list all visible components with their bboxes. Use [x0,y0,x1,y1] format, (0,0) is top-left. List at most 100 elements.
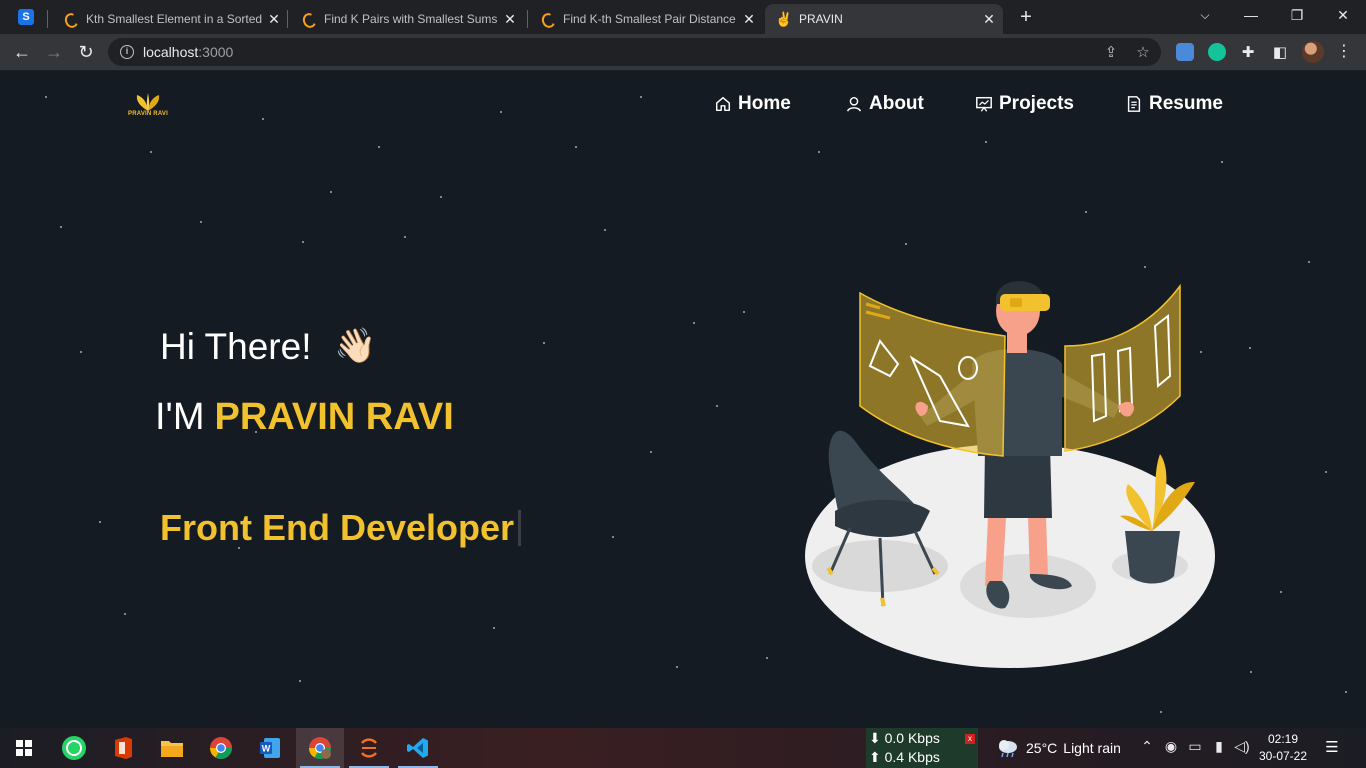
taskbar-office[interactable] [99,728,147,768]
star [150,151,152,153]
star [124,613,126,615]
taskbar-chrome[interactable] [197,728,245,768]
nav-resume[interactable]: Resume [1125,91,1223,117]
tab-pravin[interactable]: ✌️ PRAVIN ✕ [765,4,1003,34]
meet-now-icon[interactable]: ◉ [1161,738,1181,755]
nav-about[interactable]: About [845,91,924,117]
svg-text:W: W [262,744,271,754]
tab-title: Find K Pairs with Smallest Sums - [324,12,498,26]
url-text[interactable]: localhost:3000 [143,44,233,60]
forward-button[interactable]: → [42,41,66,63]
star [676,666,678,668]
battery-icon[interactable]: ▮ [1209,738,1229,755]
new-tab-button[interactable]: + [1016,6,1036,29]
profile-avatar[interactable] [1302,41,1324,63]
taskbar-vscode[interactable] [394,728,442,768]
role-text: Front End Developer [160,507,515,548]
im-prefix: I'M [155,396,205,438]
extension-translate-icon[interactable] [1176,43,1194,61]
back-button[interactable]: ← [10,41,34,63]
url-port: :3000 [198,44,234,60]
site-info-icon[interactable]: i [120,45,134,59]
nav-home[interactable]: Home [714,91,791,117]
star [330,191,332,193]
office-icon [115,737,132,759]
star [612,536,614,538]
taskbar-chrome-active[interactable] [296,728,344,768]
grammarly-icon[interactable] [1208,43,1226,61]
star [716,405,718,407]
star [543,342,545,344]
display-icon[interactable]: ▭ [1185,738,1205,755]
portfolio-page: PRAVIN RAVI Home About Projects Resume H… [0,71,1366,728]
taskbar-whatsapp[interactable] [50,728,98,768]
start-button[interactable] [0,728,48,768]
vscode-icon [407,738,428,758]
nav-resume-label: Resume [1149,93,1223,114]
user-icon [846,96,862,112]
url-host: localhost [143,44,199,60]
site-logo[interactable]: PRAVIN RAVI [122,91,174,121]
leetcode-icon [300,11,316,27]
weather-text: Light rain [1063,740,1121,756]
net-meter-close-button[interactable]: x [965,734,975,744]
taskbar-word[interactable]: W [246,728,294,768]
weather-widget[interactable]: 25°C Light rain [996,738,1121,758]
star [1160,711,1162,713]
star [99,521,101,523]
close-icon[interactable]: ✕ [266,11,282,28]
waving-hand-icon: 👋🏻 [334,327,377,365]
notification-center-icon[interactable]: ☰ [1322,738,1342,756]
star [693,322,695,324]
tab-pair-distance[interactable]: Find K-th Smallest Pair Distance - ✕ [533,4,761,34]
vr-developer-illustration [805,281,1215,668]
star [500,111,502,113]
show-hidden-icons-chevron-icon[interactable]: ⌃ [1137,738,1157,755]
star [45,96,47,98]
network-speed-meter: ⬇ 0.0 Kbps ⬆ 0.4 Kbps [866,728,978,768]
taskbar-file-explorer[interactable] [148,728,196,768]
folder-icon [161,741,183,757]
star [766,657,768,659]
reload-button[interactable]: ↻ [74,41,98,63]
net-upload-speed: ⬆ 0.4 Kbps [869,749,940,765]
typewriter-caret [518,510,522,546]
star [378,146,380,148]
menu-kebab-icon[interactable]: ⋮ [1336,41,1352,61]
star [262,118,264,120]
tab-title: Kth Smallest Element in a Sorted [86,12,262,26]
window-close-button[interactable]: ✕ [1328,4,1358,26]
address-bar[interactable]: i localhost:3000 ⇪ ☆ [108,38,1161,66]
share-icon[interactable]: ⇪ [1101,43,1121,61]
whatsapp-icon [62,736,86,760]
nav-projects-label: Projects [999,93,1074,114]
volume-icon[interactable]: ◁) [1232,738,1252,755]
leetcode-icon [539,11,555,27]
restore-button[interactable]: ❐ [1282,4,1312,26]
extensions-puzzle-icon[interactable]: ✚ [1238,43,1258,61]
bookmark-star-icon[interactable]: ☆ [1133,43,1153,61]
close-icon[interactable]: ✕ [502,11,518,28]
chrome-icon [210,737,232,759]
app-badge-icon[interactable]: S [18,9,34,25]
star [440,196,442,198]
tab-search-icon[interactable]: ⌵ [1190,4,1220,26]
star [80,351,82,353]
close-icon[interactable]: ✕ [981,11,997,28]
windows-taskbar: W ⬇ 0.0 Kbps ⬆ 0.4 Kbps x 25°C Light rai… [0,728,1366,768]
victory-hand-icon: ✌️ [775,11,793,27]
tab-kth-smallest[interactable]: Kth Smallest Element in a Sorted ✕ [56,4,284,34]
minimize-button[interactable]: — [1236,4,1266,26]
star [1345,691,1347,693]
projects-icon [976,96,992,112]
system-clock[interactable]: 02:19 30-07-22 [1258,731,1308,765]
windows-logo-icon [16,740,32,756]
side-panel-icon[interactable]: ◧ [1270,43,1290,61]
chrome-profile-icon [309,737,331,759]
close-icon[interactable]: ✕ [741,11,757,28]
home-icon [715,96,731,112]
tab-k-pairs[interactable]: Find K Pairs with Smallest Sums - ✕ [294,4,522,34]
tab-title: Find K-th Smallest Pair Distance - [563,12,737,26]
nav-projects[interactable]: Projects [975,91,1074,117]
taskbar-eclipse[interactable] [345,728,393,768]
